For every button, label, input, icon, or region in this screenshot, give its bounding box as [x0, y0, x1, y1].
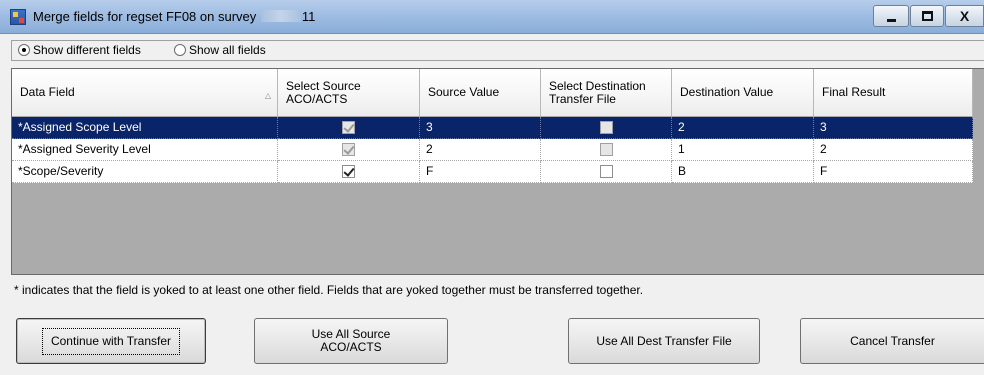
show-all-fields-radio[interactable]: Show all fields: [174, 43, 266, 57]
final-result-cell[interactable]: 2: [814, 139, 973, 161]
column-header-select-destination[interactable]: Select Destination Transfer File: [541, 69, 672, 117]
show-different-fields-label: Show different fields: [33, 43, 141, 57]
minimize-button[interactable]: [873, 5, 909, 27]
data-field-cell[interactable]: *Scope/Severity: [12, 161, 278, 183]
sort-ascending-icon: △: [264, 91, 271, 100]
source-value-cell[interactable]: 3: [420, 117, 541, 139]
use-all-source-label: Use All Source ACO/ACTS: [312, 328, 391, 354]
table-row[interactable]: *Assigned Severity Level 2 1 2: [12, 139, 973, 161]
field-filter-group: Show different fields Show all fields: [11, 40, 984, 61]
column-header-select-source[interactable]: Select Source ACO/ACTS: [278, 69, 420, 117]
data-field-cell[interactable]: *Assigned Scope Level: [12, 117, 278, 139]
source-value-cell[interactable]: F: [420, 161, 541, 183]
column-header-label: Data Field: [20, 85, 75, 99]
window-title: Merge fields for regset FF08 on survey 1…: [33, 9, 315, 24]
destination-checkbox[interactable]: [599, 165, 613, 178]
source-checkbox[interactable]: [342, 121, 355, 134]
merge-fields-window: Merge fields for regset FF08 on survey 1…: [0, 0, 984, 375]
column-header-destination-value[interactable]: Destination Value: [672, 69, 814, 117]
show-all-fields-label: Show all fields: [189, 43, 266, 57]
column-header-source-value[interactable]: Source Value: [420, 69, 541, 117]
source-checkbox[interactable]: [342, 143, 355, 156]
column-header-label: Select Source ACO/ACTS: [286, 78, 361, 106]
redacted-survey-id: [260, 10, 301, 22]
select-destination-cell[interactable]: [541, 139, 672, 161]
continue-transfer-button[interactable]: Continue with Transfer: [16, 318, 206, 364]
radio-checked-icon[interactable]: [18, 44, 30, 56]
select-source-cell[interactable]: [278, 161, 420, 183]
yoked-fields-note: * indicates that the field is yoked to a…: [14, 283, 644, 297]
destination-checkbox[interactable]: [599, 143, 613, 156]
destination-value-cell[interactable]: 2: [672, 117, 814, 139]
use-all-source-label-line1: Use All Source: [311, 327, 391, 341]
show-different-fields-radio[interactable]: Show different fields: [18, 43, 141, 57]
title-bar[interactable]: Merge fields for regset FF08 on survey 1…: [0, 0, 984, 34]
cancel-transfer-label: Cancel Transfer: [850, 333, 935, 348]
continue-transfer-label: Continue with Transfer: [41, 327, 181, 355]
use-all-dest-label: Use All Dest Transfer File: [596, 333, 732, 348]
maximize-button[interactable]: [910, 5, 944, 27]
source-checkbox[interactable]: [342, 165, 355, 178]
final-result-cell[interactable]: 3: [814, 117, 973, 139]
grid-header: Data Field △ Select Source ACO/ACTS Sour…: [12, 69, 973, 117]
radio-unchecked-icon[interactable]: [174, 44, 186, 56]
destination-checkbox[interactable]: [599, 121, 613, 134]
select-source-cell[interactable]: [278, 139, 420, 161]
column-header-label: Final Result: [822, 85, 886, 99]
table-row[interactable]: *Scope/Severity F B F: [12, 161, 973, 183]
source-value-cell[interactable]: 2: [420, 139, 541, 161]
maximize-icon: [921, 11, 933, 21]
select-source-cell[interactable]: [278, 117, 420, 139]
column-header-label: Source Value: [428, 85, 500, 99]
app-icon[interactable]: [10, 9, 26, 25]
close-icon: X: [959, 8, 970, 24]
use-all-source-button[interactable]: Use All Source ACO/ACTS: [254, 318, 448, 364]
destination-value-cell[interactable]: 1: [672, 139, 814, 161]
column-header-final-result[interactable]: Final Result: [814, 69, 973, 117]
final-result-cell[interactable]: F: [814, 161, 973, 183]
column-header-label: Select Destination Transfer File: [549, 78, 646, 106]
column-header-data-field[interactable]: Data Field △: [12, 69, 278, 117]
window-title-suffix: 11: [301, 9, 316, 24]
merge-fields-grid[interactable]: Data Field △ Select Source ACO/ACTS Sour…: [11, 68, 984, 275]
data-field-cell[interactable]: *Assigned Severity Level: [12, 139, 278, 161]
destination-value-cell[interactable]: B: [672, 161, 814, 183]
column-header-label: Destination Value: [680, 85, 774, 99]
use-all-dest-button[interactable]: Use All Dest Transfer File: [568, 318, 760, 364]
minimize-icon: [886, 19, 896, 22]
select-destination-cell[interactable]: [541, 161, 672, 183]
grid-header-filler: [973, 69, 984, 117]
use-all-source-label-line2: ACO/ACTS: [320, 340, 382, 354]
select-destination-cell[interactable]: [541, 117, 672, 139]
table-row[interactable]: *Assigned Scope Level 3 2 3: [12, 117, 973, 139]
close-button[interactable]: X: [945, 5, 984, 27]
cancel-transfer-button[interactable]: Cancel Transfer: [800, 318, 984, 364]
window-title-prefix: Merge fields for regset FF08 on survey: [33, 9, 257, 24]
